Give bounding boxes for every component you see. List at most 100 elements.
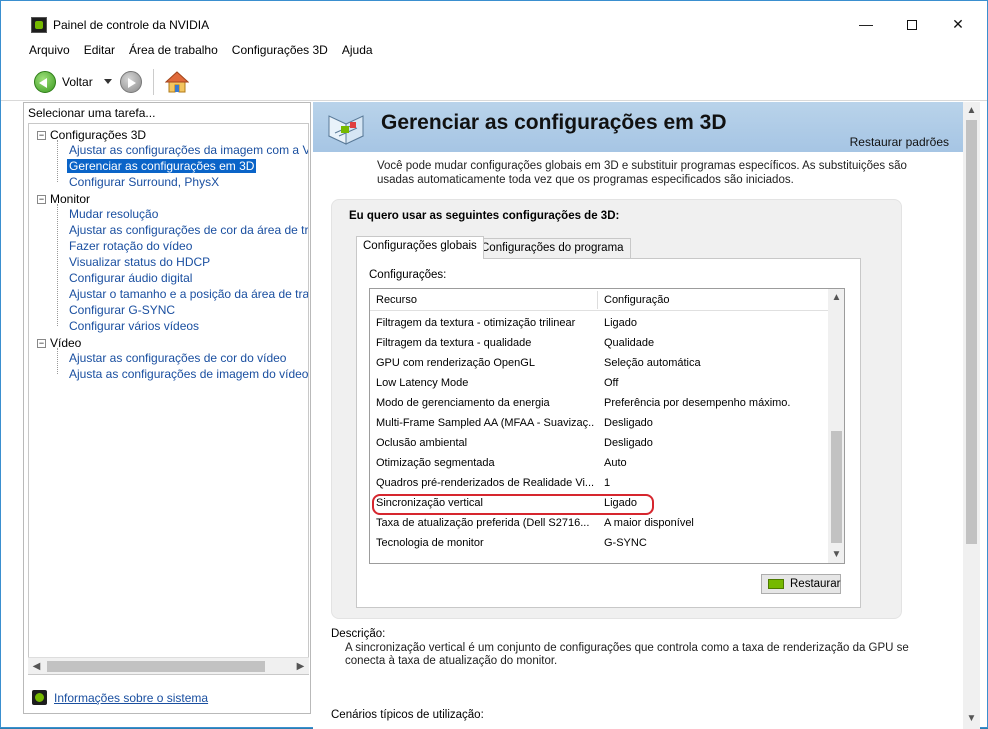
- collapse-icon[interactable]: −: [37, 131, 46, 141]
- table-row[interactable]: Filtragem da textura - otimização trilin…: [370, 313, 828, 333]
- tab-program-settings[interactable]: Configurações do programa: [474, 238, 631, 259]
- row-feature: Filtragem da textura - qualidade: [376, 337, 532, 349]
- row-feature: Otimização segmentada: [376, 457, 495, 469]
- table-row[interactable]: Low Latency Mode Off: [370, 373, 828, 393]
- row-feature: Low Latency Mode: [376, 377, 469, 389]
- table-row[interactable]: Modo de gerenciamento da energia Preferên…: [370, 393, 828, 413]
- table-row[interactable]: Otimização segmentada Auto: [370, 453, 828, 473]
- column-header-setting[interactable]: Configuração: [604, 294, 669, 306]
- column-header-feature[interactable]: Recurso: [376, 294, 417, 306]
- toolbar: Voltar: [1, 63, 987, 101]
- task-ajustar-cor-video[interactable]: Ajustar as configurações de cor do vídeo: [69, 351, 286, 365]
- tree-group-configuracoes-3d[interactable]: − Configurações 3D: [37, 128, 146, 142]
- tree-horizontal-scrollbar[interactable]: ◀ ▶: [28, 657, 309, 674]
- maximize-button[interactable]: [889, 11, 935, 37]
- table-row[interactable]: Tecnologia de monitor G-SYNC: [370, 533, 828, 553]
- scroll-thumb[interactable]: [831, 431, 842, 543]
- title-bar[interactable]: Painel de controle da NVIDIA — ✕: [1, 1, 987, 37]
- menu-editar[interactable]: Editar: [84, 43, 122, 61]
- minimize-button[interactable]: —: [843, 11, 889, 37]
- description-text: A sincronização vertical é um conjunto d…: [345, 642, 909, 667]
- row-setting[interactable]: Ligado: [604, 497, 637, 509]
- global-settings-panel: Configurações: Recurso Configuração Filt…: [356, 258, 861, 608]
- task-fazer-rotacao[interactable]: Fazer rotação do vídeo: [69, 239, 192, 253]
- table-row[interactable]: GPU com renderização OpenGL Seleção autom…: [370, 353, 828, 373]
- 3d-settings-icon: [327, 115, 365, 145]
- table-row[interactable]: Oclusão ambiental Desligado: [370, 433, 828, 453]
- back-history-dropdown-icon[interactable]: [104, 79, 112, 84]
- task-gerenciar-3d[interactable]: Gerenciar as configurações em 3D: [67, 159, 257, 173]
- column-divider[interactable]: [597, 291, 598, 309]
- row-setting[interactable]: Auto: [604, 457, 627, 469]
- back-arrow-icon[interactable]: [34, 71, 56, 93]
- scroll-down-icon[interactable]: ▼: [828, 546, 844, 563]
- nvidia-restore-icon: [768, 579, 784, 589]
- tab-global-settings[interactable]: Configurações globais: [356, 236, 484, 259]
- task-ajustar-imagem-visualizacao[interactable]: Ajustar as configurações da imagem com a…: [69, 143, 308, 157]
- table-row[interactable]: Multi-Frame Sampled AA (MFAA - Suavizaç.…: [370, 413, 828, 433]
- row-setting[interactable]: Desligado: [604, 417, 653, 429]
- scroll-thumb[interactable]: [966, 120, 977, 544]
- task-mudar-resolucao[interactable]: Mudar resolução: [69, 207, 158, 221]
- table-row[interactable]: Filtragem da textura - qualidade Qualidad…: [370, 333, 828, 353]
- task-audio-digital[interactable]: Configurar áudio digital: [69, 271, 192, 285]
- scroll-up-icon[interactable]: ▲: [963, 102, 980, 119]
- forward-arrow-icon[interactable]: [120, 71, 142, 93]
- scroll-left-icon[interactable]: ◀: [28, 658, 45, 675]
- close-button[interactable]: ✕: [935, 11, 981, 37]
- task-status-hdcp[interactable]: Visualizar status do HDCP: [69, 255, 210, 269]
- row-setting[interactable]: G-SYNC: [604, 537, 647, 549]
- task-ajustar-tamanho-posicao[interactable]: Ajustar o tamanho e a posição da área de…: [69, 287, 308, 301]
- scroll-up-icon[interactable]: ▲: [828, 289, 844, 306]
- row-feature: Oclusão ambiental: [376, 437, 468, 449]
- row-setting[interactable]: Off: [604, 377, 618, 389]
- row-setting[interactable]: Desligado: [604, 437, 653, 449]
- system-info-label[interactable]: Informações sobre o sistema: [54, 691, 208, 705]
- row-setting[interactable]: Preferência por desempenho máximo.: [604, 397, 790, 409]
- scroll-thumb[interactable]: [47, 661, 265, 672]
- main-vertical-scrollbar[interactable]: ▲ ▼: [963, 102, 980, 729]
- system-info-link[interactable]: Informações sobre o sistema: [32, 690, 208, 705]
- task-panel-header: Selecionar uma tarefa...: [28, 106, 156, 120]
- nvidia-control-panel-window: Painel de controle da NVIDIA — ✕ Arquivo…: [0, 0, 988, 729]
- restore-button[interactable]: Restaurar: [761, 574, 841, 594]
- collapse-icon[interactable]: −: [37, 339, 46, 349]
- menu-area-de-trabalho[interactable]: Área de trabalho: [129, 43, 225, 61]
- task-panel: Selecionar uma tarefa... − Configurações …: [23, 102, 311, 714]
- settings-label: Configurações:: [369, 269, 447, 281]
- task-configurar-gsync[interactable]: Configurar G-SYNC: [69, 303, 175, 317]
- task-ajustar-cor-area-trabalho[interactable]: Ajustar as configurações de cor da área …: [69, 223, 308, 237]
- tree-connector: [57, 348, 58, 374]
- tree-connector: [57, 140, 58, 182]
- home-icon[interactable]: [165, 70, 189, 94]
- menu-arquivo[interactable]: Arquivo: [29, 43, 77, 61]
- task-tree[interactable]: − Configurações 3D Ajustar as configuraçõ…: [28, 123, 309, 675]
- row-setting[interactable]: Qualidade: [604, 337, 654, 349]
- collapse-icon[interactable]: −: [37, 195, 46, 205]
- back-button-label[interactable]: Voltar: [62, 75, 93, 89]
- settings-table[interactable]: Recurso Configuração Filtragem da textur…: [369, 288, 845, 564]
- task-ajustar-imagem-video[interactable]: Ajusta as configurações de imagem do víd…: [69, 367, 308, 381]
- task-varios-videos[interactable]: Configurar vários vídeos: [69, 319, 199, 333]
- table-vertical-scrollbar[interactable]: ▲ ▼: [828, 289, 844, 563]
- tree-group-label: Vídeo: [50, 336, 82, 350]
- tree-group-video[interactable]: − Vídeo: [37, 336, 81, 350]
- row-setting[interactable]: Ligado: [604, 317, 637, 329]
- tree-group-monitor[interactable]: − Monitor: [37, 192, 90, 206]
- scroll-right-icon[interactable]: ▶: [292, 658, 309, 675]
- restore-defaults-link[interactable]: Restaurar padrões: [850, 135, 949, 149]
- row-feature: Taxa de atualização preferida (Dell S271…: [376, 517, 590, 529]
- page-banner: Gerenciar as configurações em 3D Restaur…: [313, 102, 963, 152]
- row-feature: Quadros pré-renderizados de Realidade Vi…: [376, 477, 594, 489]
- task-configurar-surround-physx[interactable]: Configurar Surround, PhysX: [69, 175, 219, 189]
- row-setting[interactable]: A maior disponível: [604, 517, 694, 529]
- row-setting[interactable]: Seleção automática: [604, 357, 701, 369]
- row-setting[interactable]: 1: [604, 477, 610, 489]
- table-row[interactable]: Quadros pré-renderizados de Realidade Vi…: [370, 473, 828, 493]
- scroll-down-icon[interactable]: ▼: [963, 710, 980, 727]
- table-row[interactable]: Taxa de atualização preferida (Dell S271…: [370, 513, 828, 533]
- table-row-vsync[interactable]: Sincronização vertical Ligado: [370, 493, 828, 513]
- menu-ajuda[interactable]: Ajuda: [342, 43, 380, 61]
- main-content: Gerenciar as configurações em 3D Restaur…: [313, 102, 963, 729]
- menu-configuracoes-3d[interactable]: Configurações 3D: [232, 43, 335, 61]
